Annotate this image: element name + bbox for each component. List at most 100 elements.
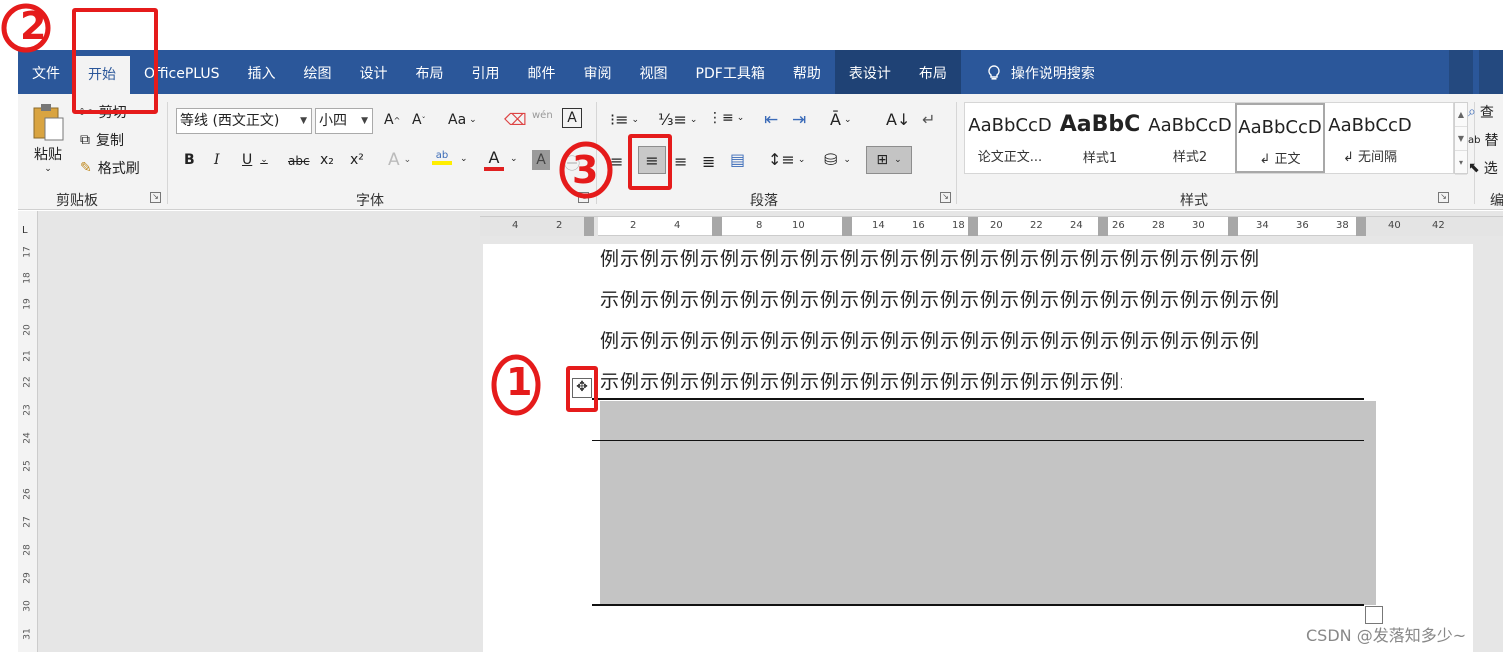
- font-color-button[interactable]: A: [484, 148, 504, 171]
- distributed-button[interactable]: ▤: [730, 150, 745, 169]
- paste-button[interactable]: 粘贴 ⌄: [30, 102, 66, 174]
- table-border: [592, 604, 1364, 606]
- line-spacing-button[interactable]: ↕≡ ⌄: [768, 150, 805, 169]
- align-right-icon: ≡: [674, 152, 688, 171]
- tab-layout[interactable]: 布局: [402, 50, 458, 94]
- ruler-column-marker[interactable]: [712, 217, 722, 236]
- more-styles-icon[interactable]: ▾: [1455, 151, 1467, 175]
- ruler-column-marker[interactable]: [842, 217, 852, 236]
- tab-review[interactable]: 审阅: [570, 50, 626, 94]
- justify-button[interactable]: ≣: [702, 152, 715, 171]
- tab-design[interactable]: 设计: [346, 50, 402, 94]
- tab-insert[interactable]: 插入: [234, 50, 290, 94]
- tab-file[interactable]: 文件: [18, 50, 74, 94]
- change-case-button[interactable]: Aa ⌄: [448, 112, 477, 128]
- show-marks-button[interactable]: ↵: [922, 110, 935, 129]
- bold-button[interactable]: B: [184, 152, 195, 168]
- underline-button[interactable]: U ⌄: [242, 152, 268, 168]
- text-effects-button[interactable]: A ⌄: [388, 150, 411, 170]
- tab-table-layout[interactable]: 布局: [904, 50, 961, 94]
- font-name-select[interactable]: 等线 (西文正文) ▼: [176, 108, 312, 134]
- style-name: 样式2: [1172, 150, 1208, 165]
- change-case-icon: Aa: [448, 112, 467, 128]
- tab-selector-icon[interactable]: L: [22, 225, 28, 236]
- styles-scrollbar[interactable]: ▲ ▼ ▾: [1454, 102, 1468, 175]
- align-right-button[interactable]: ≡: [674, 152, 687, 171]
- style-item[interactable]: AaBbCcD ↲ 正文: [1235, 103, 1325, 173]
- tell-me-search[interactable]: 操作说明搜索: [973, 50, 1109, 94]
- char-border-button[interactable]: A: [562, 108, 582, 128]
- tab-pdf-tools[interactable]: PDF工具箱: [682, 50, 779, 94]
- highlight-button[interactable]: ab: [432, 150, 452, 165]
- paragraph-launcher-icon[interactable]: ↘: [940, 192, 951, 203]
- ruler-column-marker[interactable]: [1098, 217, 1108, 236]
- font-color-swatch: [484, 167, 504, 171]
- paragraph-group-label: 段落: [750, 193, 778, 209]
- scroll-up-icon[interactable]: ▲: [1455, 103, 1467, 127]
- find-button[interactable]: ⌕ 查: [1468, 102, 1494, 122]
- styles-launcher-icon[interactable]: ↘: [1438, 192, 1449, 203]
- window-control[interactable]: [1449, 50, 1473, 94]
- tab-mailings[interactable]: 邮件: [514, 50, 570, 94]
- window-control[interactable]: [1479, 50, 1503, 94]
- ruler-tick: 23: [22, 404, 33, 416]
- shrink-font-button[interactable]: Aˇ: [412, 112, 426, 128]
- ruler-tick: 16: [912, 220, 925, 231]
- increase-indent-icon: ⇥: [792, 110, 807, 130]
- table-row[interactable]: [600, 441, 1376, 605]
- find-label: 查: [1479, 105, 1494, 121]
- numbered-list-icon: ⅓≡: [658, 110, 687, 129]
- font-size-select[interactable]: 小四 ▼: [315, 108, 373, 134]
- multilevel-list-button[interactable]: ⋮≡ ⌄: [708, 110, 744, 126]
- ruler-tick: 4: [512, 220, 519, 231]
- tab-draw[interactable]: 绘图: [290, 50, 346, 94]
- bullets-button[interactable]: ⁝≡ ⌄: [610, 110, 639, 129]
- style-item[interactable]: AaBbC 样式1: [1055, 103, 1145, 173]
- grow-font-icon: A: [384, 112, 394, 128]
- tab-table-design[interactable]: 表设计: [834, 50, 905, 94]
- superscript-button[interactable]: x²: [350, 152, 364, 168]
- divider: [956, 102, 957, 204]
- annotation-number: 3: [572, 148, 599, 192]
- char-shading-button[interactable]: A: [532, 150, 550, 170]
- scroll-down-icon[interactable]: ▼: [1455, 127, 1467, 151]
- phonetic-guide-button[interactable]: wén: [532, 110, 553, 121]
- clipboard-launcher-icon[interactable]: ↘: [150, 192, 161, 203]
- ruler-column-marker[interactable]: [968, 217, 978, 236]
- strikethrough-button[interactable]: abc: [288, 154, 310, 168]
- grow-font-button[interactable]: A ^: [384, 112, 400, 128]
- shading-button[interactable]: ⛁ ⌄: [824, 150, 851, 169]
- annotation-box-align-center: [628, 134, 672, 190]
- italic-button[interactable]: I: [214, 152, 220, 168]
- clear-format-button[interactable]: ⌫: [504, 110, 527, 129]
- increase-indent-button[interactable]: ⇥: [792, 110, 806, 130]
- ruler-column-marker[interactable]: [1356, 217, 1366, 236]
- ruler-column-marker[interactable]: [584, 217, 594, 236]
- table-row[interactable]: [600, 401, 1376, 441]
- font-name-value: 等线 (西文正文): [180, 113, 280, 129]
- ruler-column-marker[interactable]: [1228, 217, 1238, 236]
- decrease-indent-button[interactable]: ⇤: [764, 110, 778, 130]
- subscript-button[interactable]: x₂: [320, 152, 334, 168]
- ruler-tick: 40: [1388, 220, 1401, 231]
- bullet-list-icon: ⁝≡: [610, 110, 629, 129]
- style-item[interactable]: AaBbCcD ↲ 无间隔: [1325, 103, 1415, 173]
- bold-icon: B: [184, 152, 195, 168]
- borders-button[interactable]: ⊞ ⌄: [866, 146, 912, 174]
- numbering-button[interactable]: ⅓≡ ⌄: [658, 110, 697, 129]
- format-painter-button[interactable]: ✎ 格式刷: [80, 158, 140, 178]
- tab-references[interactable]: 引用: [458, 50, 514, 94]
- select-button[interactable]: ⬉ 选: [1468, 158, 1498, 178]
- tab-help[interactable]: 帮助: [779, 50, 835, 94]
- decrease-indent-icon: ⇤: [764, 110, 779, 130]
- ruler-tick: 4: [674, 220, 681, 231]
- style-item[interactable]: AaBbCcD 样式2: [1145, 103, 1235, 173]
- char-spacing-button[interactable]: Ā ⌄: [830, 110, 852, 129]
- sort-button[interactable]: A↓: [886, 110, 910, 129]
- font-color-dropdown[interactable]: ⌄: [510, 154, 518, 164]
- highlight-dropdown[interactable]: ⌄: [460, 154, 468, 164]
- replace-button[interactable]: ab 替: [1468, 130, 1498, 150]
- tab-view[interactable]: 视图: [626, 50, 682, 94]
- style-item[interactable]: AaBbCcD 论文正文...: [965, 103, 1055, 173]
- copy-button[interactable]: ⧉ 复制: [80, 130, 124, 150]
